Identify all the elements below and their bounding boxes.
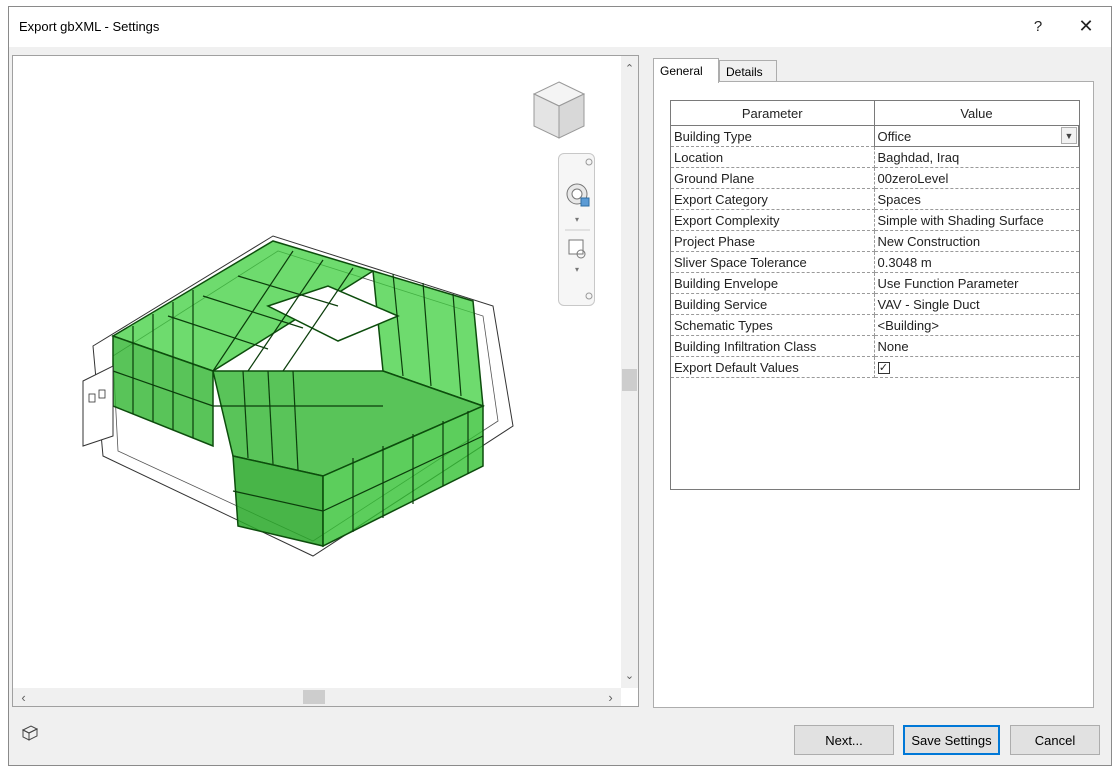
table-row[interactable]: Project Phase New Construction (671, 230, 1079, 252)
param-label: Building Type (671, 125, 875, 147)
param-value[interactable]: Spaces (874, 188, 1079, 210)
cancel-button[interactable]: Cancel (1010, 725, 1100, 755)
svg-text:▾: ▾ (575, 215, 579, 224)
param-label: Project Phase (671, 230, 875, 252)
general-tab-panel: Parameter Value Building Type Office ▼ L… (653, 81, 1094, 708)
steering-wheel-icon[interactable] (566, 183, 590, 207)
param-value[interactable]: <Building> (874, 314, 1079, 336)
horizontal-scrollbar[interactable]: ‹ › (13, 688, 621, 706)
param-value[interactable]: VAV - Single Duct (874, 293, 1079, 315)
parameter-column-header: Parameter (671, 101, 875, 126)
table-row[interactable]: Export Default Values ✓ (671, 356, 1079, 378)
table-row[interactable]: Building Infiltration Class None (671, 335, 1079, 357)
close-button[interactable]: ✕ (1069, 13, 1103, 39)
param-label: Export Complexity (671, 209, 875, 231)
param-value[interactable]: 0.3048 m (874, 251, 1079, 273)
export-default-values-cell: ✓ (874, 356, 1079, 378)
param-label: Building Service (671, 293, 875, 315)
param-label: Schematic Types (671, 314, 875, 336)
param-label: Export Default Values (671, 356, 875, 378)
building-model-3d (82, 235, 514, 557)
param-label: Export Category (671, 188, 875, 210)
table-row[interactable]: Export Category Spaces (671, 188, 1079, 210)
svg-text:▾: ▾ (575, 265, 579, 274)
param-label: Sliver Space Tolerance (671, 251, 875, 273)
param-label: Ground Plane (671, 167, 875, 189)
value-column-header: Value (874, 101, 1079, 126)
title-bar: Export gbXML - Settings ? ✕ (9, 7, 1111, 47)
table-row[interactable]: Export Complexity Simple with Shading Su… (671, 209, 1079, 231)
viewcube-icon[interactable] (530, 78, 588, 142)
table-row[interactable]: Sliver Space Tolerance 0.3048 m (671, 251, 1079, 273)
model-viewport[interactable]: ▾ ▾ ⌃ ⌄ ‹ › (12, 55, 639, 707)
param-value[interactable]: New Construction (874, 230, 1079, 252)
3d-view-icon[interactable] (14, 720, 44, 746)
vertical-scroll-thumb[interactable] (622, 369, 637, 391)
scroll-down-arrow-icon[interactable]: ⌄ (621, 667, 638, 684)
parameter-grid: Parameter Value Building Type Office ▼ L… (670, 100, 1080, 490)
tab-general[interactable]: General (653, 58, 719, 83)
tab-details[interactable]: Details (719, 60, 777, 82)
param-value[interactable]: Baghdad, Iraq (874, 146, 1079, 168)
table-row[interactable]: Building Envelope Use Function Parameter (671, 272, 1079, 294)
scroll-right-arrow-icon[interactable]: › (602, 688, 619, 706)
table-row[interactable]: Location Baghdad, Iraq (671, 146, 1079, 168)
help-button[interactable]: ? (1021, 13, 1055, 39)
param-label: Building Envelope (671, 272, 875, 294)
table-row[interactable]: Ground Plane 00zeroLevel (671, 167, 1079, 189)
param-label: Building Infiltration Class (671, 335, 875, 357)
next-button[interactable]: Next... (794, 725, 894, 755)
table-row[interactable]: Schematic Types <Building> (671, 314, 1079, 336)
window-title: Export gbXML - Settings (19, 19, 160, 34)
param-value[interactable]: Simple with Shading Surface (874, 209, 1079, 231)
building-type-select[interactable]: Office ▼ (873, 125, 1079, 147)
save-settings-button[interactable]: Save Settings (903, 725, 1000, 755)
table-row[interactable]: Building Type Office ▼ (671, 125, 1079, 147)
zoom-region-icon[interactable] (568, 239, 586, 259)
building-type-value: Office (877, 128, 912, 144)
table-row[interactable]: Building Service VAV - Single Duct (671, 293, 1079, 315)
export-default-values-checkbox[interactable]: ✓ (877, 362, 890, 375)
vertical-scrollbar[interactable]: ⌃ ⌄ (621, 56, 638, 688)
param-value[interactable]: None (874, 335, 1079, 357)
param-value[interactable]: 00zeroLevel (874, 167, 1079, 189)
scroll-left-arrow-icon[interactable]: ‹ (15, 688, 32, 706)
param-label: Location (671, 146, 875, 168)
scroll-up-arrow-icon[interactable]: ⌃ (621, 60, 638, 77)
chevron-down-icon[interactable]: ▼ (1061, 127, 1077, 144)
horizontal-scroll-thumb[interactable] (303, 690, 325, 704)
param-value[interactable]: Use Function Parameter (874, 272, 1079, 294)
navigation-bar: ▾ ▾ (558, 153, 595, 306)
